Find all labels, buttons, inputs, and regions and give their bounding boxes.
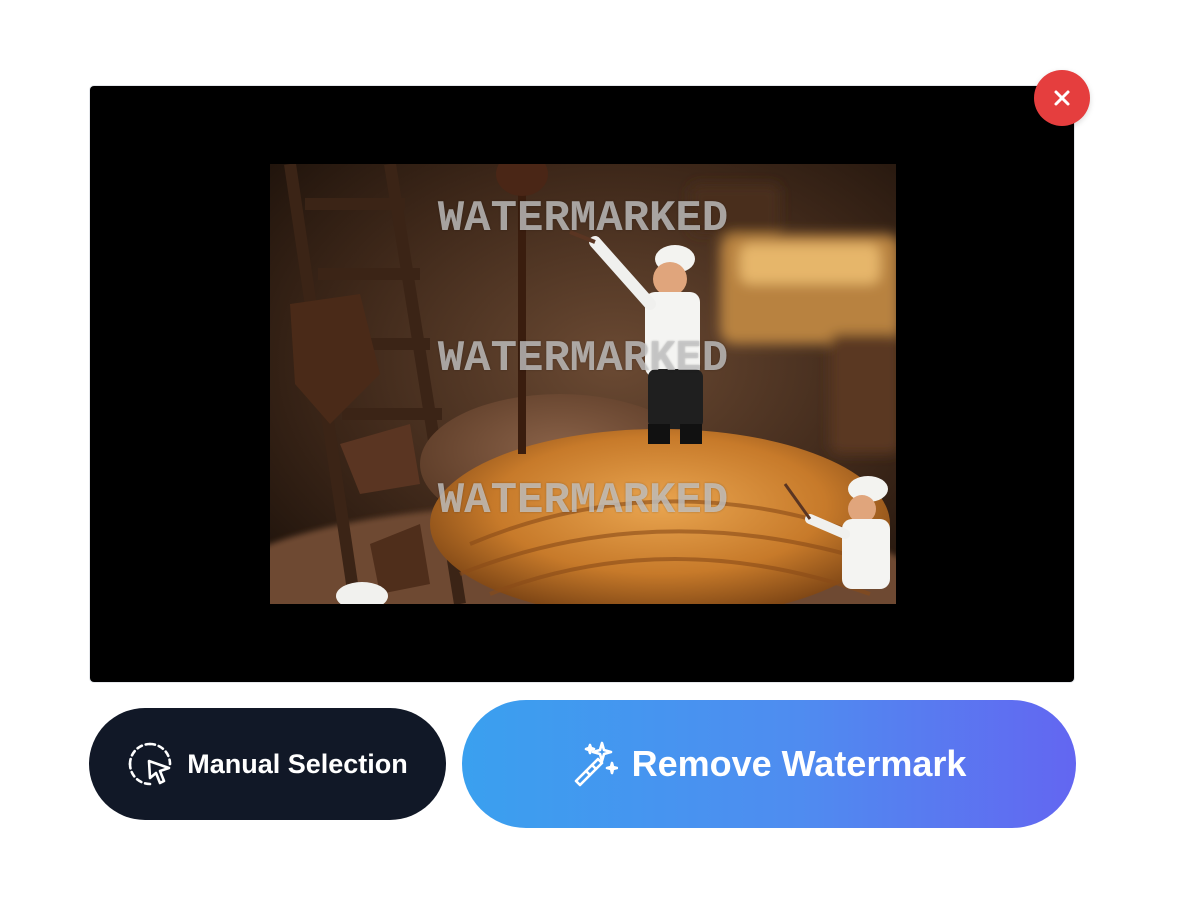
magic-wand-icon [572, 741, 618, 787]
close-icon [1052, 88, 1072, 108]
preview-image: WATERMARKED WATERMARKED WATERMARKED [270, 164, 896, 604]
remove-watermark-label: Remove Watermark [631, 743, 967, 784]
close-button[interactable] [1034, 70, 1090, 126]
manual-selection-label: Manual Selection [187, 748, 408, 779]
manual-selection-button[interactable]: Manual Selection [89, 708, 446, 820]
image-preview-panel: WATERMARKED WATERMARKED WATERMARKED [90, 86, 1074, 682]
remove-watermark-button[interactable]: Remove Watermark [462, 700, 1076, 828]
photo-illustration [270, 164, 896, 604]
pointer-select-icon [127, 741, 173, 787]
